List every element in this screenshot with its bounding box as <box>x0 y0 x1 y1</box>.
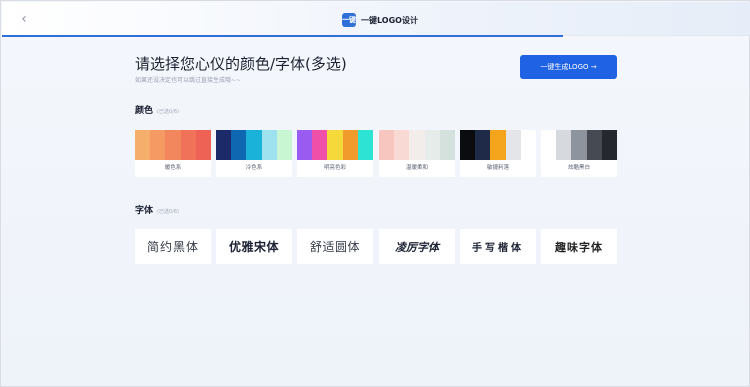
color-swatch <box>601 130 618 160</box>
brand: 一键 一键LOGO设计 <box>342 12 418 28</box>
generate-logo-button[interactable]: 一键生成LOGO → <box>520 55 617 79</box>
color-swatch <box>571 130 587 160</box>
color-swatch <box>586 130 602 160</box>
color-swatch <box>165 130 181 160</box>
app-window: ‹ 一键 一键LOGO设计 请选择您心仪的颜色/字体(多选) 如果还没决定也可以… <box>0 0 750 387</box>
font-option-rounded[interactable]: 舒适圆体 <box>297 229 373 264</box>
fonts-section-title: 字体 (已选0/6) <box>135 203 179 216</box>
color-swatch <box>342 130 358 160</box>
color-swatch <box>312 130 328 160</box>
font-option-simple-hei[interactable]: 简约黑体 <box>135 229 211 264</box>
color-swatches <box>379 130 456 160</box>
color-swatch <box>394 130 410 160</box>
brand-title: 一键LOGO设计 <box>361 15 418 25</box>
font-option-handwritten-kai[interactable]: 手写楷体 <box>460 229 536 264</box>
color-swatch <box>297 130 313 160</box>
color-option-label: 敏捷利落 <box>486 165 509 171</box>
color-swatch <box>357 130 374 160</box>
chevron-left-icon[interactable]: ‹ <box>16 11 32 27</box>
color-swatch <box>424 130 440 160</box>
color-option-soft[interactable]: 温暖柔和 <box>379 130 456 177</box>
color-options: 暖色系 冷色系 明亮色彩 温暖柔和 敏捷利落 炫酷黑白 <box>135 130 618 177</box>
color-swatches <box>135 130 212 160</box>
color-swatch <box>556 130 572 160</box>
color-swatch <box>520 130 537 160</box>
color-option-label: 暖色系 <box>164 165 182 171</box>
color-swatch <box>195 130 212 160</box>
color-swatch <box>216 130 232 160</box>
page-title: 请选择您心仪的颜色/字体(多选) <box>135 55 347 73</box>
color-swatch <box>231 130 247 160</box>
fonts-selected-count: (已选0/6) <box>157 209 179 215</box>
color-swatch <box>180 130 196 160</box>
color-option-agile[interactable]: 敏捷利落 <box>460 130 537 177</box>
brand-logo-icon: 一键 <box>342 13 356 27</box>
color-swatch <box>409 130 425 160</box>
color-option-label: 炫酷黑白 <box>567 165 590 171</box>
color-swatch <box>460 130 476 160</box>
color-option-label: 冷色系 <box>245 165 263 171</box>
color-swatch <box>439 130 456 160</box>
color-swatches <box>541 130 618 160</box>
font-options: 简约黑体 优雅宋体 舒适圆体 凌厉字体 手写楷体 趣味字体 <box>135 229 617 264</box>
color-option-cool[interactable]: 冷色系 <box>216 130 293 177</box>
color-option-label: 明亮色彩 <box>323 165 346 171</box>
color-swatch <box>135 130 151 160</box>
page-subtitle: 如果还没决定也可以跳过直接生成哦~~ <box>135 77 242 84</box>
progress-bar <box>2 35 563 37</box>
color-swatches <box>460 130 537 160</box>
top-bar: ‹ 一键 一键LOGO设计 <box>2 2 750 37</box>
color-swatches <box>216 130 293 160</box>
color-swatch <box>261 130 277 160</box>
color-swatch <box>490 130 506 160</box>
colors-title: 颜色 <box>135 106 154 116</box>
colors-section-title: 颜色 (已选0/6) <box>135 103 179 116</box>
color-swatch <box>541 130 557 160</box>
color-option-monochrome[interactable]: 炫酷黑白 <box>541 130 618 177</box>
color-swatch <box>246 130 262 160</box>
color-option-warm[interactable]: 暖色系 <box>135 130 212 177</box>
color-swatches <box>297 130 374 160</box>
font-option-sharp[interactable]: 凌厉字体 <box>379 229 455 264</box>
color-swatch <box>505 130 521 160</box>
colors-selected-count: (已选0/6) <box>157 109 179 115</box>
color-option-bright[interactable]: 明亮色彩 <box>297 130 374 177</box>
font-option-fun[interactable]: 趣味字体 <box>541 229 617 264</box>
color-swatch <box>276 130 293 160</box>
fonts-title: 字体 <box>135 206 154 216</box>
color-swatch <box>379 130 395 160</box>
color-swatch <box>475 130 491 160</box>
color-swatch <box>327 130 343 160</box>
font-option-elegant-song[interactable]: 优雅宋体 <box>216 229 292 264</box>
color-swatch <box>150 130 166 160</box>
color-option-label: 温暖柔和 <box>405 165 428 171</box>
